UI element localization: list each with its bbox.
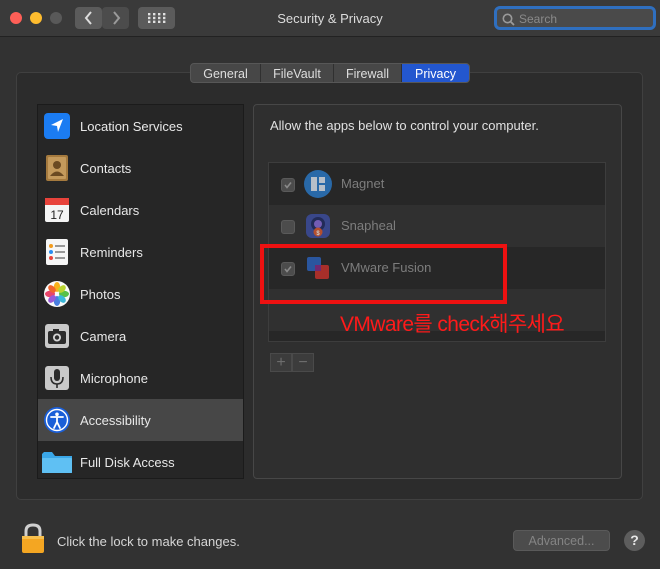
sidebar-item-label: Full Disk Access xyxy=(80,454,175,470)
search-field[interactable] xyxy=(494,6,656,30)
app-name: Snapheal xyxy=(341,218,396,233)
sidebar-item-full-disk-access[interactable]: Full Disk Access xyxy=(38,441,243,483)
remove-app-button[interactable]: − xyxy=(292,353,314,372)
tab-general[interactable]: General xyxy=(191,64,261,82)
sidebar-item-label: Location Services xyxy=(80,118,183,134)
sidebar-item-microphone[interactable]: Microphone xyxy=(38,357,243,399)
add-remove-buttons: + − xyxy=(270,353,315,372)
contacts-book-icon xyxy=(46,155,68,181)
sidebar-item-accessibility[interactable]: Accessibility xyxy=(38,399,243,441)
sidebar-item-label: Photos xyxy=(80,286,121,302)
lock-message: Click the lock to make changes. xyxy=(57,534,240,549)
svg-text:17: 17 xyxy=(50,208,64,222)
lock-icon[interactable] xyxy=(20,522,46,554)
tab-filevault[interactable]: FileVault xyxy=(261,64,334,82)
search-input[interactable] xyxy=(519,11,649,27)
checkmark-icon xyxy=(284,182,292,189)
list-item: $ Snapheal xyxy=(269,205,605,247)
instruction-text: Allow the apps below to control your com… xyxy=(270,118,539,133)
tab-bar: General FileVault Firewall Privacy xyxy=(190,63,470,83)
photos-flower-icon xyxy=(44,281,70,307)
tab-firewall[interactable]: Firewall xyxy=(334,64,402,82)
sidebar-item-label: Accessibility xyxy=(80,412,151,428)
sidebar-item-calendars[interactable]: 17 Calendars xyxy=(38,189,243,231)
sidebar-item-location-services[interactable]: Location Services xyxy=(38,105,243,147)
accessibility-icon xyxy=(44,407,70,433)
sidebar-item-contacts[interactable]: Contacts xyxy=(38,147,243,189)
app-checkbox-magnet[interactable] xyxy=(281,178,295,192)
highlight-box xyxy=(260,244,507,304)
privacy-sidebar: Location Services Contacts 17 Calendars … xyxy=(37,104,244,479)
annotation-text: VMware를 check해주세요 xyxy=(340,313,565,336)
reminders-list-icon xyxy=(46,239,68,265)
list-item: Magnet xyxy=(269,163,605,205)
advanced-button[interactable]: Advanced... xyxy=(513,530,610,551)
search-icon xyxy=(502,13,515,26)
snapheal-app-icon: $ xyxy=(306,214,330,238)
app-name: Magnet xyxy=(341,176,385,191)
location-arrow-icon xyxy=(44,113,70,139)
camera-icon xyxy=(45,324,69,348)
sidebar-item-label: Camera xyxy=(80,328,127,344)
tab-privacy[interactable]: Privacy xyxy=(402,64,469,82)
sidebar-item-label: Calendars xyxy=(80,202,140,218)
sidebar-item-camera[interactable]: Camera xyxy=(38,315,243,357)
add-app-button[interactable]: + xyxy=(270,353,292,372)
sidebar-item-photos[interactable]: Photos xyxy=(38,273,243,315)
help-button[interactable]: ? xyxy=(624,530,645,551)
sidebar-item-label: Contacts xyxy=(80,160,132,176)
app-checkbox-snapheal[interactable] xyxy=(281,220,295,234)
microphone-icon xyxy=(45,366,69,390)
sidebar-item-label: Microphone xyxy=(80,370,148,386)
sidebar-item-reminders[interactable]: Reminders xyxy=(38,231,243,273)
calendar-icon: 17 xyxy=(45,198,69,222)
sidebar-item-label: Reminders xyxy=(80,244,143,260)
magnet-app-icon xyxy=(304,170,332,198)
title-bar: Security & Privacy xyxy=(0,0,660,37)
folder-icon xyxy=(42,452,72,473)
